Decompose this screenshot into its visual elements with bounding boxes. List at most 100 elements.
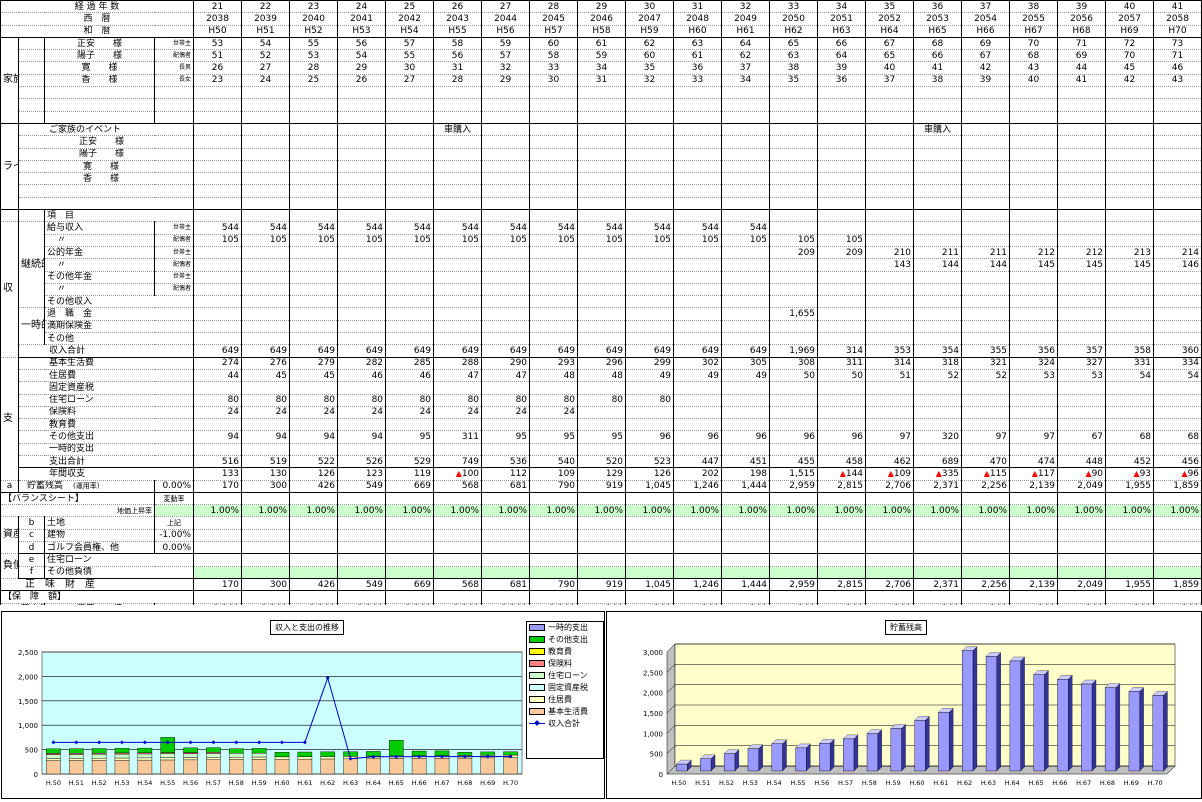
cell[interactable]: 42 bbox=[1105, 74, 1155, 88]
cell[interactable] bbox=[529, 258, 579, 272]
cell[interactable]: 456 bbox=[1153, 455, 1202, 469]
cell[interactable] bbox=[721, 86, 771, 100]
cell[interactable] bbox=[673, 148, 723, 161]
cell[interactable]: 2,256 bbox=[961, 480, 1011, 493]
cell[interactable] bbox=[385, 516, 435, 530]
cell[interactable] bbox=[433, 111, 483, 124]
cell[interactable]: 1,246 bbox=[673, 480, 723, 493]
cell[interactable]: 68 bbox=[1105, 430, 1155, 444]
cell[interactable] bbox=[481, 307, 531, 321]
cell[interactable] bbox=[241, 98, 291, 112]
cell[interactable]: H52 bbox=[289, 25, 339, 38]
cell[interactable]: 47 bbox=[481, 369, 531, 383]
cell[interactable]: 49 bbox=[673, 369, 723, 383]
cell[interactable] bbox=[625, 160, 675, 174]
cell[interactable]: 2050 bbox=[769, 12, 819, 26]
cell[interactable] bbox=[577, 86, 627, 100]
cell[interactable] bbox=[433, 184, 483, 198]
member-tag[interactable]: 長女 bbox=[153, 74, 195, 88]
cell[interactable] bbox=[337, 491, 387, 506]
cell[interactable] bbox=[1009, 541, 1059, 555]
cell[interactable] bbox=[1105, 283, 1155, 297]
cell[interactable] bbox=[433, 529, 483, 543]
cell[interactable]: 95 bbox=[385, 430, 435, 444]
cell[interactable] bbox=[721, 566, 771, 579]
cell[interactable] bbox=[673, 553, 723, 567]
cell[interactable]: 544 bbox=[241, 221, 291, 235]
cell[interactable]: 200 bbox=[721, 603, 771, 605]
cell[interactable]: 46 bbox=[1153, 61, 1202, 75]
cell[interactable] bbox=[769, 394, 819, 407]
cell[interactable] bbox=[1057, 418, 1107, 432]
cell[interactable] bbox=[577, 566, 627, 579]
cell[interactable] bbox=[433, 271, 483, 284]
cell[interactable] bbox=[529, 307, 579, 321]
cell[interactable]: 200 bbox=[673, 603, 723, 605]
cell[interactable] bbox=[865, 209, 915, 223]
cell[interactable]: 59 bbox=[577, 49, 627, 63]
cell[interactable]: 119 bbox=[385, 467, 435, 481]
cell[interactable] bbox=[337, 381, 387, 395]
cell[interactable] bbox=[1009, 271, 1059, 284]
cell[interactable] bbox=[337, 590, 387, 604]
cell[interactable]: 544 bbox=[481, 221, 531, 235]
cell[interactable]: 73 bbox=[1153, 37, 1202, 51]
cell[interactable] bbox=[1105, 491, 1155, 506]
cell[interactable]: 1.00% bbox=[193, 504, 243, 518]
cell[interactable]: 64 bbox=[721, 37, 771, 51]
cell[interactable] bbox=[961, 283, 1011, 297]
tag[interactable]: 世帯主 bbox=[153, 221, 195, 235]
cell[interactable]: 649 bbox=[481, 344, 531, 358]
cell[interactable]: 70 bbox=[1105, 49, 1155, 63]
cell[interactable] bbox=[433, 590, 483, 604]
cell[interactable] bbox=[721, 258, 771, 272]
cell[interactable]: 105 bbox=[337, 234, 387, 247]
cell[interactable] bbox=[529, 491, 579, 506]
cell[interactable] bbox=[817, 566, 867, 579]
cell[interactable] bbox=[769, 283, 819, 297]
cell[interactable] bbox=[385, 320, 435, 334]
cell[interactable]: 96 bbox=[673, 430, 723, 444]
cell[interactable] bbox=[241, 516, 291, 530]
cell[interactable]: H62 bbox=[769, 25, 819, 38]
cell[interactable] bbox=[241, 148, 291, 161]
cell[interactable]: 22 bbox=[241, 0, 291, 14]
cell[interactable]: 52 bbox=[241, 49, 291, 63]
cell[interactable] bbox=[865, 86, 915, 100]
cell[interactable] bbox=[481, 160, 531, 174]
cell[interactable]: 649 bbox=[385, 344, 435, 358]
cell[interactable] bbox=[625, 553, 675, 567]
cell[interactable] bbox=[769, 332, 819, 346]
cell[interactable] bbox=[673, 516, 723, 530]
member-tag[interactable]: 長男 bbox=[153, 61, 195, 75]
cell[interactable] bbox=[385, 160, 435, 174]
cell[interactable] bbox=[1153, 209, 1202, 223]
cell[interactable] bbox=[1009, 86, 1059, 100]
cell[interactable] bbox=[433, 541, 483, 555]
cell[interactable] bbox=[673, 122, 723, 137]
housing-label[interactable]: 住居費 bbox=[17, 369, 195, 383]
life-section-label[interactable]: ライフイベント bbox=[0, 122, 19, 211]
cell[interactable] bbox=[577, 258, 627, 272]
cell[interactable] bbox=[961, 406, 1011, 420]
cell[interactable] bbox=[1057, 86, 1107, 100]
cell[interactable]: 288 bbox=[433, 357, 483, 370]
cell[interactable]: 146 bbox=[1153, 258, 1202, 272]
cell[interactable] bbox=[913, 529, 963, 543]
cell[interactable] bbox=[817, 418, 867, 432]
cell[interactable] bbox=[961, 135, 1011, 149]
cell[interactable] bbox=[481, 148, 531, 161]
cell[interactable] bbox=[1105, 98, 1155, 112]
life-member[interactable]: 陽子 様 bbox=[17, 148, 195, 161]
cell[interactable] bbox=[529, 516, 579, 530]
cell[interactable] bbox=[337, 443, 387, 456]
cell[interactable]: 145 bbox=[1105, 258, 1155, 272]
cell[interactable] bbox=[241, 258, 291, 272]
cell[interactable]: 67 bbox=[961, 49, 1011, 63]
cell[interactable]: 105 bbox=[625, 234, 675, 247]
cell[interactable] bbox=[385, 418, 435, 432]
cell[interactable] bbox=[1153, 283, 1202, 297]
main-name[interactable]: 正安 様 bbox=[44, 603, 155, 605]
cell[interactable]: 209 bbox=[817, 246, 867, 260]
cell[interactable]: 649 bbox=[577, 344, 627, 358]
